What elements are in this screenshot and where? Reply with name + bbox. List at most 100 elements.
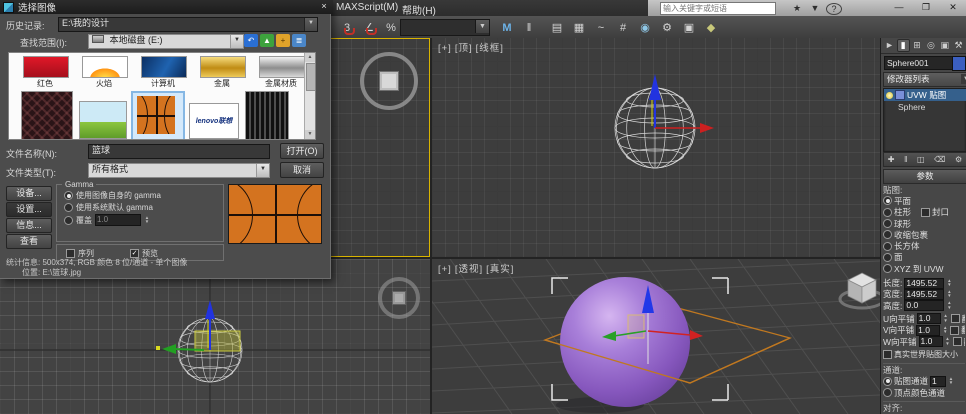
menu-help[interactable]: 帮助(H) bbox=[398, 2, 440, 17]
configure-modifier-icon[interactable]: ⚙ bbox=[955, 155, 962, 164]
scroll-down-icon[interactable]: ▼ bbox=[305, 130, 315, 139]
object-name-field[interactable]: Sphere001 bbox=[884, 56, 954, 70]
named-selection-set-dropdown[interactable]: ▼ bbox=[400, 19, 490, 36]
utilities-tab[interactable]: ⚒ bbox=[952, 39, 965, 52]
new-folder-icon[interactable]: + bbox=[276, 34, 290, 47]
length-spinner[interactable]: ▲ ▼ bbox=[946, 278, 952, 288]
scroll-up-icon[interactable]: ▲ bbox=[305, 53, 315, 62]
snap-toggle-button[interactable]: 3 bbox=[336, 18, 358, 38]
downloads-icon[interactable]: ▼ bbox=[808, 2, 822, 14]
thumbnail-basketball-selected[interactable] bbox=[131, 91, 185, 139]
menu-maxscript[interactable]: MAXScript(M) bbox=[332, 2, 402, 13]
file-list[interactable]: 红色 火焰 计算机 金属 金属材质 lenovo联想 ▲ ▼ bbox=[8, 52, 316, 140]
devices-button[interactable]: 设备... bbox=[6, 186, 52, 201]
mapping-option-shrinkwrap[interactable]: 收缩包裹 bbox=[883, 229, 965, 240]
v-tile-spinner[interactable]: ▲ ▼ bbox=[942, 325, 948, 335]
radio-icon[interactable] bbox=[64, 191, 73, 200]
viewport-front[interactable] bbox=[0, 259, 430, 414]
pin-stack-icon[interactable]: ✚ bbox=[888, 155, 895, 164]
close-button[interactable]: ✕ bbox=[942, 1, 964, 14]
viewcube-front[interactable] bbox=[378, 277, 420, 319]
radio-icon[interactable] bbox=[883, 388, 892, 398]
radio-icon[interactable] bbox=[883, 219, 892, 229]
layer-manager-button[interactable]: ▤ bbox=[546, 18, 568, 38]
thumbnail-computer[interactable] bbox=[141, 56, 187, 78]
display-tab[interactable]: ▣ bbox=[938, 39, 951, 52]
make-unique-icon[interactable]: ◫ bbox=[917, 155, 925, 164]
back-icon[interactable]: ↶ bbox=[244, 34, 258, 47]
filetype-dropdown[interactable]: 所有格式 ▼ bbox=[88, 163, 270, 178]
viewport-top[interactable]: [+] [顶] [线框] bbox=[432, 38, 880, 257]
scrollbar-thumb[interactable] bbox=[306, 63, 315, 91]
search-input[interactable] bbox=[660, 2, 776, 15]
angle-snap-button[interactable]: ∠ bbox=[358, 18, 380, 38]
minimize-button[interactable]: — bbox=[888, 1, 910, 14]
w-flip-checkbox[interactable] bbox=[952, 337, 962, 346]
stack-item-uvw-map[interactable]: UVW 贴图 bbox=[884, 89, 966, 101]
viewport-menu-shading[interactable]: [真实] bbox=[486, 264, 514, 275]
viewport-menu-pov[interactable]: [透视] bbox=[455, 264, 483, 275]
dialog-close-icon[interactable]: × bbox=[318, 1, 330, 13]
gamma-override-spinner[interactable]: ▲ ▼ bbox=[144, 215, 150, 225]
rendered-frame-button[interactable]: ▣ bbox=[678, 18, 700, 38]
vertex-channel-option[interactable]: 顶点颜色通道 bbox=[883, 387, 965, 398]
map-channel-spinner[interactable]: ▲ ▼ bbox=[948, 376, 954, 386]
mapping-option-spherical[interactable]: 球形 bbox=[883, 218, 965, 229]
up-level-icon[interactable]: ▲ bbox=[260, 34, 274, 47]
hierarchy-tab[interactable]: ⊞ bbox=[911, 39, 924, 52]
viewcube-perspective[interactable] bbox=[838, 272, 880, 310]
width-spinner[interactable]: ▲ ▼ bbox=[946, 289, 952, 299]
viewcube-face[interactable] bbox=[379, 71, 399, 91]
viewcube-top-left[interactable] bbox=[360, 52, 418, 110]
dropdown-arrow-icon[interactable]: ▼ bbox=[230, 35, 243, 48]
radio-icon[interactable] bbox=[883, 207, 892, 217]
sphere-object-perspective[interactable] bbox=[560, 277, 690, 407]
align-button[interactable]: ‖ bbox=[518, 18, 540, 38]
thumbnail-metal-material[interactable] bbox=[259, 56, 305, 78]
dialog-titlebar[interactable]: 选择图像 × bbox=[0, 0, 333, 14]
v-flip-checkbox[interactable] bbox=[950, 325, 960, 335]
mapping-option-box[interactable]: 长方体 bbox=[883, 240, 965, 251]
thumbnail-flame[interactable] bbox=[82, 56, 128, 78]
viewcube-face[interactable] bbox=[392, 291, 406, 305]
radio-icon[interactable] bbox=[883, 230, 892, 240]
filename-input[interactable]: 篮球 bbox=[88, 144, 270, 159]
history-dropdown[interactable]: E:\我的设计 ▼ bbox=[58, 17, 318, 32]
mirror-button[interactable]: M bbox=[496, 18, 518, 38]
cap-checkbox[interactable] bbox=[921, 207, 931, 217]
lookin-dropdown[interactable]: 本地磁盘 (E:) ▼ bbox=[88, 34, 244, 49]
percent-snap-button[interactable]: % bbox=[380, 18, 402, 38]
show-end-result-icon[interactable]: ‖ bbox=[904, 155, 907, 164]
gamma-system-option[interactable]: 使用系统默认 gamma bbox=[64, 202, 153, 213]
stack-item-sphere[interactable]: Sphere bbox=[884, 101, 966, 113]
uvw-gizmo-front[interactable] bbox=[194, 330, 241, 352]
view-menu-icon[interactable]: ≣ bbox=[292, 34, 306, 47]
remove-modifier-icon[interactable]: ⌫ bbox=[934, 155, 945, 164]
motion-tab[interactable]: ◎ bbox=[924, 39, 937, 52]
length-field[interactable]: 1495.52 bbox=[904, 277, 945, 289]
dropdown-arrow-icon[interactable]: ▼ bbox=[256, 164, 269, 177]
thumbnail-metal[interactable] bbox=[200, 56, 246, 78]
radio-icon[interactable] bbox=[64, 215, 73, 225]
dropdown-arrow-icon[interactable]: ▼ bbox=[961, 74, 966, 84]
render-setup-button[interactable]: ⚙ bbox=[656, 18, 678, 38]
thumbnail-pattern[interactable] bbox=[21, 91, 73, 139]
modifier-enabled-icon[interactable] bbox=[886, 91, 893, 99]
gamma-override-option[interactable]: 覆盖 1.0 ▲ ▼ bbox=[64, 214, 150, 226]
setup-button[interactable]: 设置... bbox=[6, 202, 52, 217]
radio-icon[interactable] bbox=[883, 241, 892, 251]
mapping-option-xyz-uvw[interactable]: XYZ 到 UVW bbox=[883, 263, 965, 274]
u-tile-spinner[interactable]: ▲ ▼ bbox=[943, 314, 949, 323]
parameters-rollout-header[interactable]: 参数 bbox=[883, 169, 966, 184]
create-tab[interactable]: ► bbox=[883, 39, 896, 52]
modify-tab[interactable]: ▮ bbox=[896, 39, 910, 52]
viewport-label-perspective[interactable]: [+] [透视] [真实] bbox=[438, 261, 517, 275]
view-button[interactable]: 查看 bbox=[6, 234, 52, 249]
map-channel-field[interactable]: 1 bbox=[930, 375, 947, 387]
gamma-override-field[interactable]: 1.0 bbox=[95, 214, 141, 226]
schematic-view-button[interactable]: # bbox=[612, 18, 634, 38]
cancel-button[interactable]: 取消 bbox=[280, 162, 324, 178]
radio-icon[interactable] bbox=[883, 376, 892, 386]
realworld-checkbox[interactable] bbox=[883, 350, 892, 360]
radio-icon[interactable] bbox=[883, 196, 892, 206]
